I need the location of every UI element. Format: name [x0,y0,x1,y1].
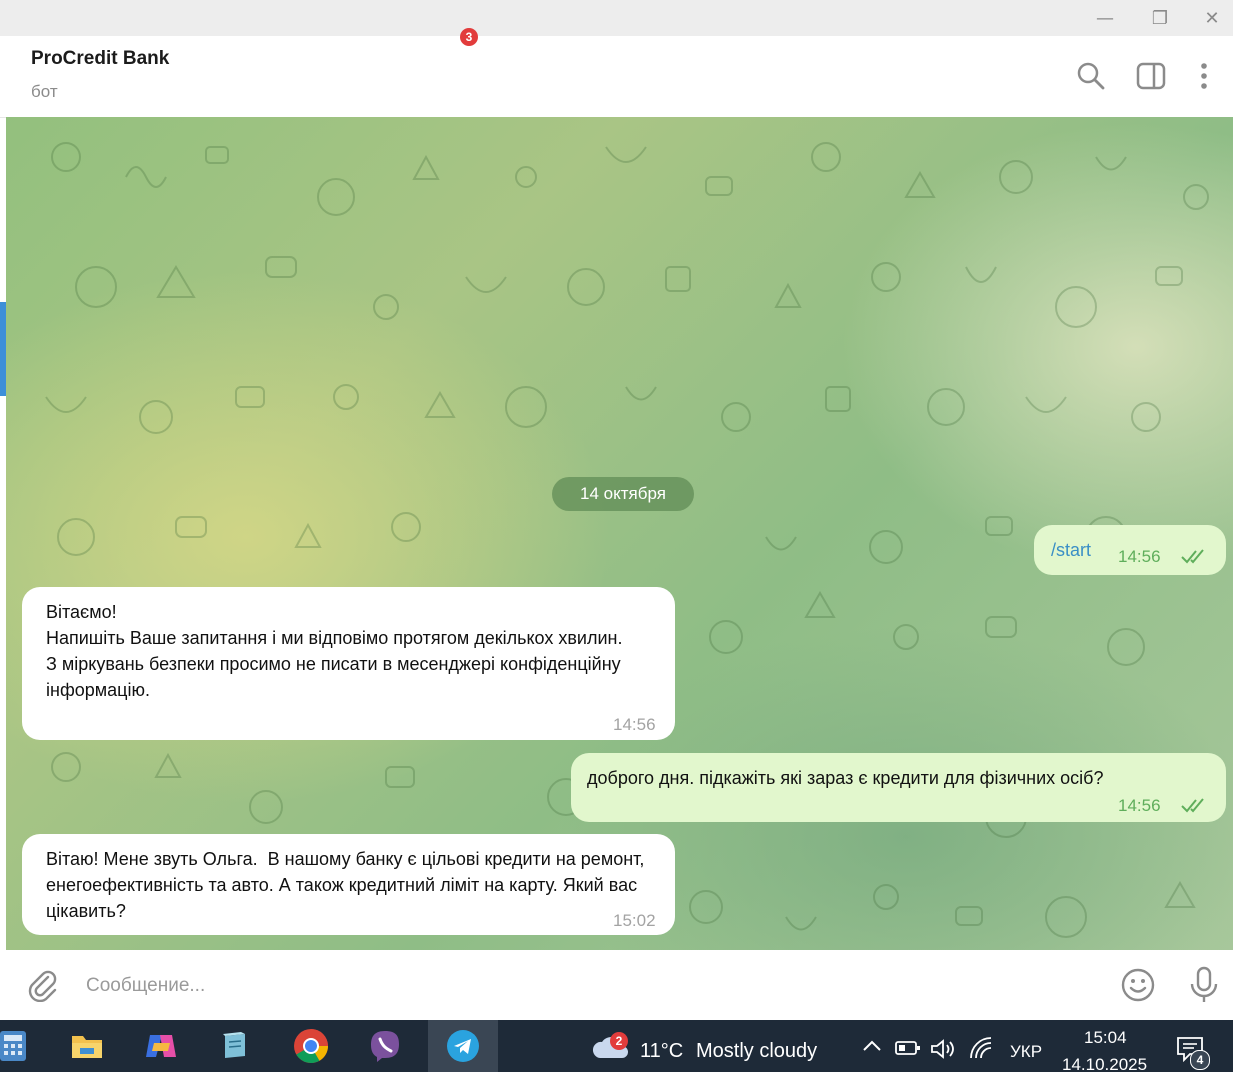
chat-header[interactable]: ProCredit Bank бот [0,36,1233,118]
minimize-button[interactable]: — [1083,0,1127,36]
double-check-icon [1181,549,1204,564]
restore-button[interactable]: ❐ [1138,0,1182,36]
window-titlebar: — ❐ ✕ [0,0,1233,36]
message-time: 14:56 [1118,547,1161,566]
wifi-icon[interactable] [968,1036,994,1060]
incoming-message[interactable]: Вітаємо! Напишіть Ваше запитання і ми ві… [22,587,675,740]
notifications-count-badge: 4 [1190,1050,1210,1070]
message-text: Вітаю! Мене звуть Ольга. В нашому банку … [46,849,650,921]
weather-description[interactable]: Mostly cloudy [696,1040,817,1063]
incoming-message[interactable]: Вітаю! Мене звуть Ольга. В нашому банку … [22,834,675,935]
calculator-icon[interactable] [0,1020,42,1072]
telegram-icon[interactable]: 3 [428,28,498,1072]
bot-command-link[interactable]: /start [1051,537,1091,563]
battery-icon[interactable] [895,1040,921,1056]
date-separator: 14 октября [552,477,694,511]
more-vertical-icon[interactable] [1188,60,1220,92]
message-text: Вітаємо! Напишіть Ваше запитання і ми ві… [46,602,623,700]
volume-icon[interactable] [930,1038,956,1060]
weather-temperature[interactable]: 11°C [640,1040,683,1063]
outgoing-message[interactable]: доброго дня. підкажіть які зараз є креди… [571,753,1226,822]
message-input[interactable] [84,968,1088,1004]
viber-icon[interactable] [356,1020,414,1072]
input-language[interactable]: УКР [1010,1042,1042,1062]
chat-title[interactable]: ProCredit Bank [31,48,169,70]
microphone-icon[interactable] [1188,966,1220,1004]
chrome-icon[interactable] [282,1020,340,1072]
message-text: доброго дня. підкажіть які зараз є креди… [587,768,1104,788]
chevron-up-icon[interactable] [861,1038,883,1054]
attach-icon[interactable] [26,968,60,1002]
taskbar: 3 2 11°C Mostly cloudy УКР 15:04 14.10.2… [0,28,1233,1075]
outgoing-message[interactable]: /start 14:56 [1034,525,1226,575]
file-explorer-icon[interactable] [58,1020,116,1072]
message-time: 15:02 [613,911,656,930]
message-time: 14:56 [1118,796,1161,815]
chat-subtitle: бот [31,82,58,101]
message-time: 14:56 [613,715,656,734]
search-icon[interactable] [1075,60,1107,92]
emoji-icon[interactable] [1120,967,1156,1003]
message-composer [0,950,1233,1020]
double-check-icon [1181,798,1204,813]
chat-area[interactable]: 14 октября /start 14:56 Вітаємо! Напишіт… [6,117,1233,950]
clock-date[interactable]: 14.10.2025 [1062,1055,1147,1075]
clock-time[interactable]: 15:04 [1084,1028,1127,1048]
weather-alert-badge: 2 [610,1032,628,1050]
sidebar-toggle-icon[interactable] [1135,60,1167,92]
copilot-icon[interactable] [132,1020,190,1072]
notepad-icon[interactable] [206,1020,264,1072]
telegram-unread-badge: 3 [460,28,478,46]
close-button[interactable]: ✕ [1190,0,1233,36]
